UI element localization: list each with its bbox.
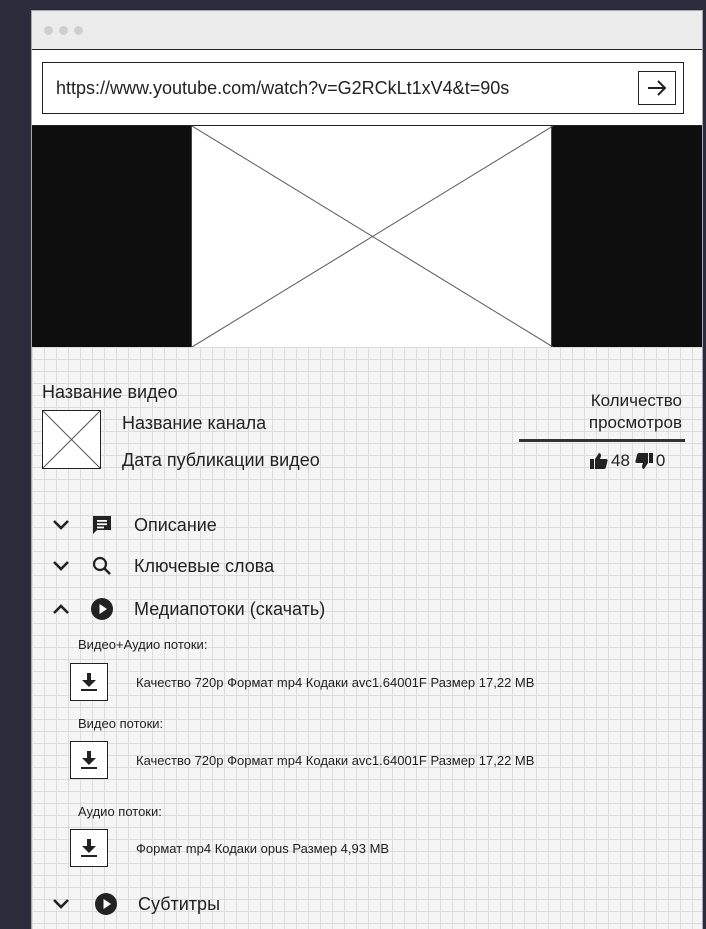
publish-date: Дата публикации видео xyxy=(122,450,320,470)
address-bar[interactable]: https://www.youtube.com/watch?v=G2RCkLt1… xyxy=(42,62,684,114)
section-label: Медиапотоки (скачать) xyxy=(134,598,326,619)
download-icon xyxy=(81,751,97,769)
channel-name[interactable]: Название канала xyxy=(122,413,266,434)
chevron-down-icon[interactable] xyxy=(50,514,72,536)
view-count: Количество просмотров xyxy=(588,391,682,432)
url-input[interactable]: https://www.youtube.com/watch?v=G2RCkLt1… xyxy=(56,78,509,99)
search-icon xyxy=(90,554,114,578)
chevron-up-icon[interactable] xyxy=(50,598,72,620)
rating-bar xyxy=(519,439,685,442)
like-count: 48 xyxy=(611,451,630,470)
stream-row: Качество 720p Формат mp4 Кодаки avc1.640… xyxy=(70,740,534,780)
avatar-placeholder-cross xyxy=(42,410,101,469)
stream-info: Качество 720p Формат mp4 Кодаки avc1.640… xyxy=(136,674,535,690)
dislike-count: 0 xyxy=(655,451,666,470)
placeholder-cross xyxy=(191,125,554,348)
maximize-window-dot[interactable] xyxy=(74,26,83,35)
download-icon xyxy=(81,839,97,857)
video-audio-streams-label: Видео+Аудио потоки: xyxy=(78,637,208,652)
video-title: Название видео xyxy=(42,382,178,402)
minimize-window-dot[interactable] xyxy=(59,26,68,35)
section-media-streams[interactable]: Медиапотоки (скачать) xyxy=(50,594,325,624)
votes: 48 0 xyxy=(590,451,665,471)
section-label: Описание xyxy=(134,514,217,535)
section-label: Субтитры xyxy=(138,893,221,914)
play-circle-icon xyxy=(90,597,114,621)
chevron-down-icon[interactable] xyxy=(50,893,72,915)
section-subtitles[interactable]: Субтитры xyxy=(50,889,220,919)
thumbs-down-icon xyxy=(635,453,653,469)
video-player[interactable] xyxy=(32,125,702,348)
download-icon xyxy=(81,673,97,691)
chevron-down-icon[interactable] xyxy=(50,555,72,577)
stream-info: Качество 720p Формат mp4 Кодаки avc1.640… xyxy=(136,752,535,768)
section-keywords[interactable]: Ключевые слова xyxy=(50,551,274,581)
download-button[interactable] xyxy=(70,663,108,701)
browser-window: https://www.youtube.com/watch?v=G2RCkLt1… xyxy=(31,10,703,929)
stream-row: Формат mp4 Кодаки opus Размер 4,93 MB xyxy=(70,828,389,868)
section-description[interactable]: Описание xyxy=(50,510,217,540)
go-button[interactable] xyxy=(638,71,676,105)
address-area: https://www.youtube.com/watch?v=G2RCkLt1… xyxy=(32,49,702,126)
arrow-right-icon xyxy=(648,80,667,96)
download-button[interactable] xyxy=(70,829,108,867)
channel-avatar[interactable] xyxy=(42,410,101,469)
comment-icon xyxy=(90,513,114,537)
section-label: Ключевые слова xyxy=(134,555,275,576)
audio-streams-label: Аудио потоки: xyxy=(78,804,162,819)
download-button[interactable] xyxy=(70,741,108,779)
play-circle-icon xyxy=(94,892,118,916)
video-streams-label: Видео потоки: xyxy=(78,716,164,731)
video-placeholder xyxy=(191,125,554,348)
title-bar xyxy=(32,11,702,49)
stream-info: Формат mp4 Кодаки opus Размер 4,93 MB xyxy=(136,840,390,856)
close-window-dot[interactable] xyxy=(44,26,53,35)
stream-row: Качество 720p Формат mp4 Кодаки avc1.640… xyxy=(70,662,534,702)
thumbs-up-icon xyxy=(590,453,608,469)
video-info-panel: Название видео Название канала Дата публ… xyxy=(32,347,702,929)
